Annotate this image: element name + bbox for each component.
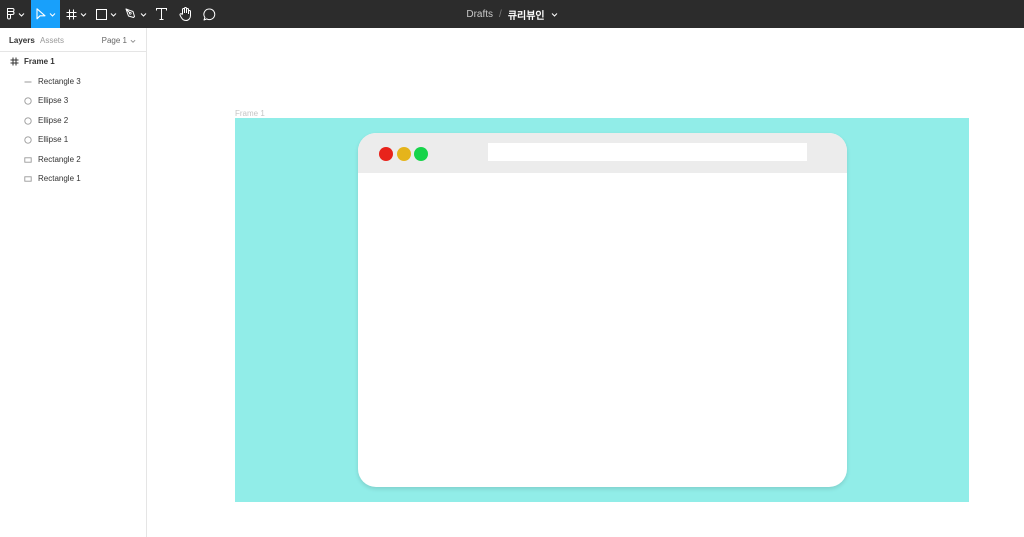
- chevron-down-icon: [110, 12, 116, 17]
- chevron-down-icon: [130, 39, 136, 43]
- layer-row-rectangle-3[interactable]: Rectangle 3: [0, 72, 146, 91]
- tab-assets[interactable]: Assets: [40, 36, 64, 45]
- layer-name: Rectangle 3: [38, 77, 81, 86]
- breadcrumb-drafts[interactable]: Drafts: [466, 9, 493, 20]
- layer-row-rectangle-2[interactable]: Rectangle 2: [0, 150, 146, 169]
- pen-tool-button[interactable]: [122, 0, 150, 28]
- tab-layers[interactable]: Layers: [9, 36, 35, 45]
- toolbar: Drafts / 큐리뷰인: [0, 0, 1024, 28]
- rectangle-shape-icon: [95, 8, 107, 20]
- panel-tabs: Layers Assets Page 1: [0, 28, 146, 52]
- layer-row-ellipse-2[interactable]: Ellipse 2: [0, 111, 146, 130]
- hand-tool-icon: [178, 7, 191, 21]
- frame-hash-icon: [9, 57, 19, 67]
- text-tool-icon: [155, 8, 167, 20]
- text-tool-button[interactable]: [151, 0, 171, 28]
- pen-tool-icon: [125, 8, 135, 18]
- breadcrumb-separator: /: [499, 8, 502, 20]
- layer-name: Rectangle 1: [38, 174, 81, 183]
- chevron-down-icon: [80, 12, 86, 17]
- frame-hash-icon: [66, 9, 76, 19]
- main-menu-button[interactable]: [0, 0, 30, 28]
- layer-row-ellipse-1[interactable]: Ellipse 1: [0, 130, 146, 149]
- layer-name: Frame 1: [24, 57, 55, 66]
- layer-name: Ellipse 3: [38, 96, 69, 105]
- move-tool-button[interactable]: [31, 0, 60, 28]
- browser-window-rectangle-1[interactable]: [358, 133, 847, 487]
- layers-panel: Layers Assets Page 1 Frame 1 Rectangle 3…: [0, 28, 147, 537]
- shape-tool-button[interactable]: [92, 0, 120, 28]
- frame-tool-button[interactable]: [62, 0, 90, 28]
- layer-name: Rectangle 2: [38, 155, 81, 164]
- layer-row-ellipse-3[interactable]: Ellipse 3: [0, 91, 146, 110]
- layer-name: Ellipse 1: [38, 135, 69, 144]
- maximize-dot-ellipse-3[interactable]: [414, 147, 428, 161]
- layer-name: Ellipse 2: [38, 116, 69, 125]
- rectangle-icon: [23, 155, 33, 165]
- chevron-down-icon[interactable]: [551, 11, 558, 18]
- frame-label[interactable]: Frame 1: [235, 109, 265, 118]
- window-title-bar-rectangle-2[interactable]: [358, 133, 847, 173]
- file-name[interactable]: 큐리뷰인: [508, 7, 545, 22]
- layer-row-frame-1[interactable]: Frame 1: [0, 52, 146, 71]
- line-icon: [23, 77, 33, 87]
- comment-icon: [202, 8, 215, 20]
- close-dot-ellipse-1[interactable]: [379, 147, 393, 161]
- hand-tool-button[interactable]: [174, 0, 196, 28]
- ellipse-icon: [23, 116, 33, 126]
- figma-logo-icon: [6, 8, 14, 20]
- page-selector-label: Page 1: [101, 36, 127, 45]
- chevron-down-icon: [18, 12, 24, 17]
- minimize-dot-ellipse-2[interactable]: [397, 147, 411, 161]
- ellipse-icon: [23, 96, 33, 106]
- move-pointer-icon: [35, 8, 46, 20]
- ellipse-icon: [23, 135, 33, 145]
- canvas[interactable]: Frame 1: [147, 28, 1024, 537]
- comment-tool-button[interactable]: [198, 0, 220, 28]
- chevron-down-icon: [49, 12, 55, 17]
- address-bar-rectangle-3[interactable]: [488, 143, 807, 161]
- page-selector[interactable]: Page 1: [102, 36, 136, 45]
- chevron-down-icon: [140, 12, 147, 17]
- rectangle-icon: [23, 174, 33, 184]
- frame-1[interactable]: [235, 118, 969, 502]
- layer-row-rectangle-1[interactable]: Rectangle 1: [0, 169, 146, 188]
